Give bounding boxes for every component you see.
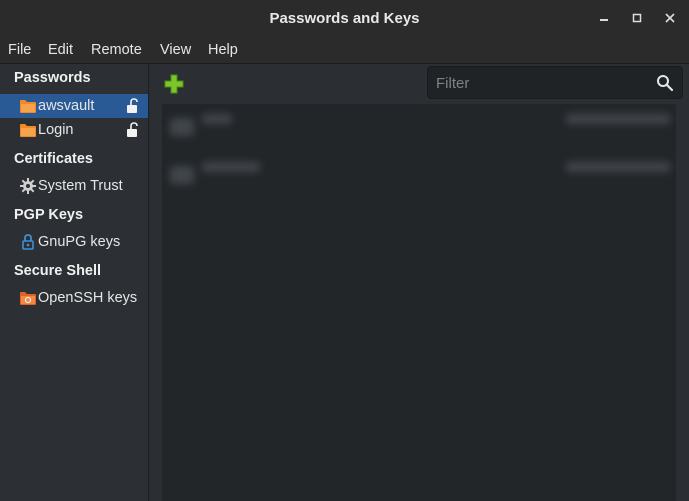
key-lock-icon	[22, 234, 34, 250]
sidebar-item-label: GnuPG keys	[38, 234, 121, 250]
blurred-text	[566, 162, 670, 172]
menu-edit[interactable]: Edit	[48, 37, 73, 63]
sidebar-item-label: awsvault	[38, 98, 95, 114]
blurred-text	[202, 162, 260, 172]
search-icon[interactable]	[656, 74, 674, 92]
filter-field[interactable]	[427, 66, 683, 100]
sidebar: Passwords awsvault Login Certificates Sy…	[0, 64, 149, 501]
maximize-icon	[632, 13, 642, 23]
filter-input[interactable]	[428, 67, 658, 100]
blurred-text	[202, 114, 232, 124]
list-item[interactable]	[162, 104, 676, 148]
menu-help[interactable]: Help	[208, 37, 238, 63]
minimize-button[interactable]	[595, 9, 613, 27]
sidebar-item-label: Login	[38, 122, 74, 138]
section-heading-secure-shell: Secure Shell	[14, 263, 102, 279]
menu-remote[interactable]: Remote	[91, 37, 142, 63]
folder-icon	[20, 100, 36, 113]
list-item-icon	[170, 166, 194, 184]
unlocked-icon[interactable]	[126, 98, 138, 114]
add-button[interactable]	[163, 73, 185, 95]
menu-view[interactable]: View	[160, 37, 191, 63]
item-list[interactable]	[162, 104, 676, 501]
unlocked-icon[interactable]	[126, 122, 138, 138]
maximize-button[interactable]	[628, 9, 646, 27]
menu-bar: File Edit Remote View Help	[0, 37, 689, 64]
sidebar-item-awsvault[interactable]: awsvault	[0, 94, 148, 118]
close-icon	[665, 13, 675, 23]
gear-icon	[20, 178, 36, 194]
list-item[interactable]	[162, 152, 676, 196]
toolbar	[149, 64, 689, 104]
folder-icon	[20, 124, 36, 137]
sidebar-item-label: System Trust	[38, 178, 123, 194]
sidebar-item-label: OpenSSH keys	[38, 290, 138, 306]
title-bar: Passwords and Keys	[0, 0, 689, 38]
plus-icon	[164, 74, 184, 94]
section-heading-passwords: Passwords	[14, 70, 91, 86]
sidebar-item-openssh-keys[interactable]: OpenSSH keys	[0, 286, 148, 310]
section-heading-pgp-keys: PGP Keys	[14, 207, 84, 223]
list-item-icon	[170, 118, 194, 136]
window-title: Passwords and Keys	[269, 10, 420, 27]
ssh-folder-icon	[20, 292, 36, 305]
section-heading-certificates: Certificates	[14, 151, 93, 167]
sidebar-item-gnupg-keys[interactable]: GnuPG keys	[0, 230, 148, 254]
sidebar-item-system-trust[interactable]: System Trust	[0, 174, 148, 198]
blurred-text	[566, 114, 670, 124]
close-button[interactable]	[661, 9, 679, 27]
menu-file[interactable]: File	[8, 37, 31, 63]
minimize-icon	[600, 19, 608, 21]
sidebar-item-login[interactable]: Login	[0, 118, 148, 142]
